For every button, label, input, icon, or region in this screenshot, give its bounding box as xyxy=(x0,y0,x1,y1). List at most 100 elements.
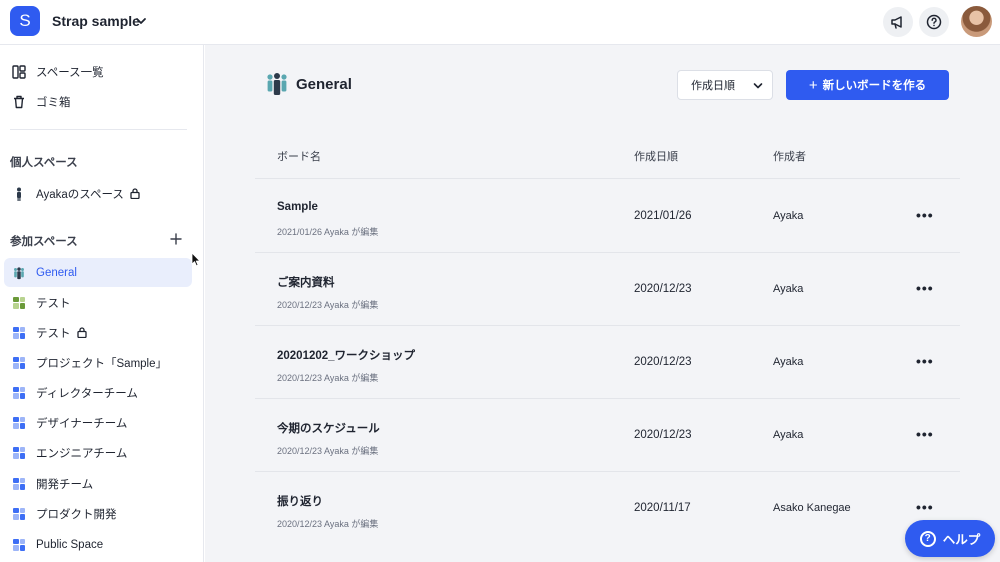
sidebar-item-label: ゴミ箱 xyxy=(36,96,71,109)
board-icon xyxy=(12,477,26,491)
sidebar-item-label: スペース一覧 xyxy=(36,66,104,79)
sidebar: スペース一覧 ゴミ箱 個人スペース Ayakaのスペース 参加スペース Gene… xyxy=(0,45,204,562)
table-row[interactable]: 今期のスケジュール 2020/12/23 Ayaka が編集 2020/12/2… xyxy=(255,399,960,472)
more-options-icon[interactable]: ••• xyxy=(916,426,936,442)
board-name[interactable]: 振り返り xyxy=(277,493,323,509)
sidebar-item-engineer-team[interactable]: エンジニアチーム xyxy=(4,438,192,467)
board-icon xyxy=(12,386,26,400)
board-icon xyxy=(12,326,26,340)
board-meta: 2020/12/23 Ayaka が編集 xyxy=(277,446,379,456)
sidebar-item-label: ディレクターチーム xyxy=(36,387,138,400)
board-date: 2021/01/26 xyxy=(634,210,692,222)
board-name[interactable]: ご案内資料 xyxy=(277,274,335,290)
board-icon xyxy=(12,538,26,552)
user-avatar[interactable] xyxy=(961,6,992,37)
table-row[interactable]: 20201202_ワークショップ 2020/12/23 Ayaka が編集 20… xyxy=(255,326,960,399)
sidebar-item-public-space[interactable]: Public Space xyxy=(4,530,192,559)
question-icon xyxy=(926,14,942,30)
new-board-label: 新しいボードを作る xyxy=(822,80,927,92)
announcement-button[interactable] xyxy=(883,7,913,37)
board-name[interactable]: Sample xyxy=(277,201,318,213)
sidebar-item-label: General xyxy=(36,266,77,279)
board-author: Ayaka xyxy=(773,283,804,295)
board-date: 2020/12/23 xyxy=(634,283,692,295)
board-name[interactable]: 今期のスケジュール xyxy=(277,420,380,436)
trash-icon xyxy=(12,95,26,109)
board-icon xyxy=(12,446,26,460)
sidebar-item-test-locked[interactable]: テスト xyxy=(4,318,192,347)
sidebar-item-test[interactable]: テスト xyxy=(4,288,192,317)
megaphone-icon xyxy=(891,16,902,29)
sidebar-item-space-list[interactable]: スペース一覧 xyxy=(4,57,192,86)
board-meta: 2021/01/26 Ayaka が編集 xyxy=(277,227,379,237)
table-row[interactable]: 振り返り 2020/12/23 Ayaka が編集 2020/11/17 Asa… xyxy=(255,472,960,545)
new-board-button[interactable]: + 新しいボードを作る xyxy=(786,70,949,100)
more-options-icon[interactable]: ••• xyxy=(916,499,936,515)
board-icon xyxy=(12,416,26,430)
question-icon: ? xyxy=(919,530,936,547)
board-meta: 2020/12/23 Ayaka が編集 xyxy=(277,373,379,383)
plus-icon: + xyxy=(808,76,818,94)
personal-section-heading: 個人スペース xyxy=(10,157,78,169)
sidebar-item-label: プロダクト開発 xyxy=(36,508,117,521)
chevron-down-icon[interactable] xyxy=(134,14,148,28)
board-name[interactable]: 20201202_ワークショップ xyxy=(277,347,415,363)
person-icon xyxy=(12,187,26,201)
sidebar-item-label: Public Space xyxy=(36,538,104,551)
board-icon xyxy=(12,356,26,370)
chevron-down-icon xyxy=(753,83,763,89)
column-header-name[interactable]: ボード名 xyxy=(277,148,321,164)
sidebar-item-label: プロジェクト「Sample」 xyxy=(36,357,167,370)
joined-section-heading: 参加スペース xyxy=(10,236,78,248)
table-header: ボード名 作成日順 作成者 xyxy=(255,128,960,179)
top-bar: S Strap sample xyxy=(0,0,1000,45)
board-green-icon xyxy=(12,296,26,310)
sidebar-item-dev-team[interactable]: 開発チーム xyxy=(4,469,192,498)
sidebar-item-trash[interactable]: ゴミ箱 xyxy=(4,87,192,116)
sort-select-value: 作成日順 xyxy=(691,80,735,92)
sidebar-item-label: エンジニアチーム xyxy=(36,447,128,460)
board-date: 2020/12/23 xyxy=(634,356,692,368)
team-icon xyxy=(12,266,26,280)
sidebar-item-product-dev[interactable]: プロダクト開発 xyxy=(4,499,192,528)
workspace-logo[interactable]: S xyxy=(10,6,40,36)
sidebar-item-label: テスト xyxy=(36,297,71,310)
board-meta: 2020/12/23 Ayaka が編集 xyxy=(277,519,379,529)
sidebar-item-personal-space[interactable]: Ayakaのスペース xyxy=(4,179,192,208)
help-circle-button[interactable] xyxy=(919,7,949,37)
column-header-author[interactable]: 作成者 xyxy=(773,148,806,164)
sidebar-item-general[interactable]: General xyxy=(4,258,192,287)
more-options-icon[interactable]: ••• xyxy=(916,280,936,296)
more-options-icon[interactable]: ••• xyxy=(916,353,936,369)
board-date: 2020/12/23 xyxy=(634,429,692,441)
table-row[interactable]: Sample 2021/01/26 Ayaka が編集 2021/01/26 A… xyxy=(255,180,960,253)
lock-icon xyxy=(130,188,140,199)
add-space-icon[interactable] xyxy=(169,232,183,246)
main-content: General 作成日順 + 新しいボードを作る ボード名 作成日順 作成者 S… xyxy=(205,45,1000,562)
column-header-date[interactable]: 作成日順 xyxy=(634,148,678,164)
help-button[interactable]: ? ヘルプ xyxy=(905,520,995,557)
sidebar-item-label: デザイナーチーム xyxy=(36,417,128,430)
sort-select[interactable]: 作成日順 xyxy=(677,70,773,100)
table-row[interactable]: ご案内資料 2020/12/23 Ayaka が編集 2020/12/23 Ay… xyxy=(255,253,960,326)
board-author: Ayaka xyxy=(773,210,804,222)
board-author: Asako Kanegae xyxy=(773,502,851,514)
team-icon xyxy=(267,73,287,95)
board-icon xyxy=(12,507,26,521)
board-author: Ayaka xyxy=(773,429,804,441)
sidebar-item-project-sample[interactable]: プロジェクト「Sample」 xyxy=(4,348,192,377)
mouse-cursor-icon xyxy=(191,252,201,267)
sidebar-item-label: 開発チーム xyxy=(36,478,94,491)
sidebar-item-designer-team[interactable]: デザイナーチーム xyxy=(4,408,192,437)
sidebar-divider xyxy=(10,129,187,130)
board-date: 2020/11/17 xyxy=(634,502,691,514)
layout-icon xyxy=(12,64,26,79)
board-author: Ayaka xyxy=(773,356,804,368)
sidebar-item-label: Ayakaのスペース xyxy=(36,188,124,201)
help-label: ヘルプ xyxy=(942,533,981,547)
workspace-name[interactable]: Strap sample xyxy=(52,13,140,29)
more-options-icon[interactable]: ••• xyxy=(916,207,936,223)
page-title: General xyxy=(296,76,352,93)
sidebar-item-director-team[interactable]: ディレクターチーム xyxy=(4,378,192,407)
board-meta: 2020/12/23 Ayaka が編集 xyxy=(277,300,379,310)
